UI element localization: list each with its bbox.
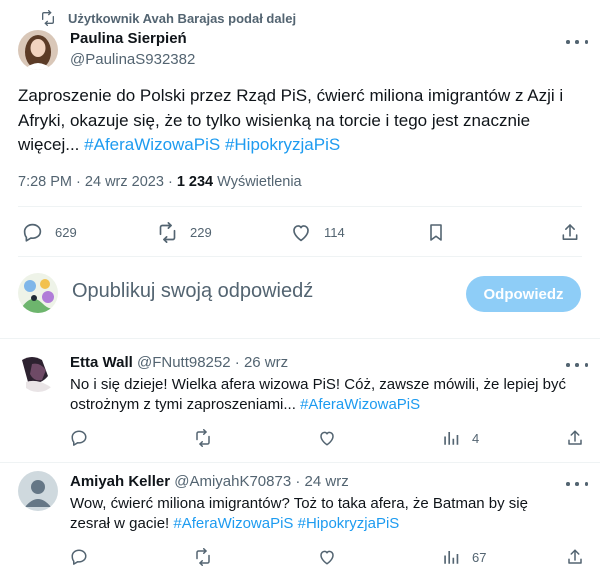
tweet-time[interactable]: 7:28 PM (18, 174, 72, 190)
reply-input[interactable]: Opublikuj swoją odpowiedź (72, 280, 313, 303)
reply-date[interactable]: 26 wrz (244, 354, 288, 371)
reply-author-handle[interactable]: @FNutt98252 (137, 354, 231, 371)
default-avatar-icon[interactable] (18, 471, 58, 511)
comment-icon (70, 548, 88, 566)
tweet-date[interactable]: 24 wrz 2023 (85, 174, 164, 190)
hashtag-link[interactable]: #HipokryzjaPiS (298, 515, 400, 532)
divider (0, 338, 600, 339)
avatar[interactable] (18, 30, 58, 70)
bookmark-icon (426, 222, 446, 243)
hashtag-link[interactable]: #AferaWizowaPiS (84, 135, 220, 154)
reply-author-name[interactable]: Etta Wall (70, 354, 133, 371)
meta-separator: · (167, 174, 173, 190)
reply-action[interactable] (70, 429, 88, 447)
reply-author-handle[interactable]: @AmiyahK70873 (174, 473, 291, 490)
views-label: Wyświetlenia (217, 174, 302, 190)
tweet-text: Zaproszenie do Polski przez Rząd PiS, ćw… (18, 84, 586, 158)
repost-header[interactable]: Użytkownik Avah Barajas podał dalej (40, 8, 296, 28)
more-options-icon[interactable] (566, 32, 588, 52)
repost-icon (194, 548, 212, 566)
hashtag-link[interactable]: #AferaWizowaPiS (300, 396, 420, 413)
share-action[interactable] (560, 222, 592, 243)
composer-avatar[interactable] (18, 273, 58, 313)
more-options-icon[interactable] (566, 474, 588, 494)
reply-action[interactable] (70, 548, 88, 566)
share-icon (560, 222, 580, 243)
tweet-meta: 7:28 PM · 24 wrz 2023 · 1 234 Wyświetlen… (18, 174, 302, 190)
repost-action[interactable]: 229 (157, 222, 212, 243)
author-handle[interactable]: @PaulinaS932382 (70, 51, 195, 68)
hashtag-link[interactable]: #AferaWizowaPiS (173, 515, 293, 532)
repost-count: 229 (190, 225, 212, 240)
repost-action[interactable] (194, 548, 212, 566)
divider (18, 256, 582, 257)
reply-date[interactable]: 24 wrz (305, 473, 349, 490)
like-action[interactable]: 114 (290, 222, 345, 243)
heart-icon (290, 222, 312, 243)
views-count: 67 (472, 549, 487, 565)
meta-separator: · (295, 473, 301, 490)
meta-separator: · (76, 174, 81, 190)
reply-header: Amiyah Keller @AmiyahK70873 · 24 wrz (70, 473, 349, 490)
views-count: 1 234 (176, 174, 214, 190)
analytics-icon (442, 548, 460, 566)
share-icon (566, 548, 584, 566)
comment-icon (22, 222, 43, 243)
divider (0, 462, 600, 463)
like-action[interactable] (318, 548, 336, 566)
more-options-icon[interactable] (566, 355, 588, 375)
views-count: 4 (472, 430, 480, 446)
repost-icon (194, 429, 212, 447)
views-action[interactable]: 4 (442, 429, 479, 447)
share-action[interactable] (566, 429, 584, 447)
hashtag-link[interactable]: #HipokryzjaPiS (225, 135, 340, 154)
reply-header: Etta Wall @FNutt98252 · 26 wrz (70, 354, 288, 371)
like-action[interactable] (318, 429, 336, 447)
author-name[interactable]: Paulina Sierpień (70, 30, 187, 47)
analytics-icon (442, 429, 460, 447)
reply-count: 629 (55, 225, 77, 240)
avatar[interactable] (18, 352, 58, 392)
repost-icon (40, 10, 56, 26)
meta-separator: · (234, 354, 240, 371)
reply-action[interactable]: 629 (22, 222, 77, 243)
share-action[interactable] (566, 548, 584, 566)
repost-label: Użytkownik Avah Barajas podał dalej (68, 10, 297, 26)
bookmark-action[interactable] (426, 222, 458, 243)
views-action[interactable]: 67 (442, 548, 486, 566)
reply-text: No i się dzieje! Wielka afera wizowa PiS… (70, 375, 570, 415)
reply-button[interactable]: Odpowiedz (466, 276, 581, 312)
like-count: 114 (324, 225, 345, 240)
reply-author-name[interactable]: Amiyah Keller (70, 473, 170, 490)
share-icon (566, 429, 584, 447)
repost-action[interactable] (194, 429, 212, 447)
repost-icon (157, 222, 178, 243)
comment-icon (70, 429, 88, 447)
heart-icon (318, 429, 336, 447)
heart-icon (318, 548, 336, 566)
reply-text: Wow, ćwierć miliona imigrantów? Toż to t… (70, 494, 570, 534)
divider (18, 206, 582, 207)
